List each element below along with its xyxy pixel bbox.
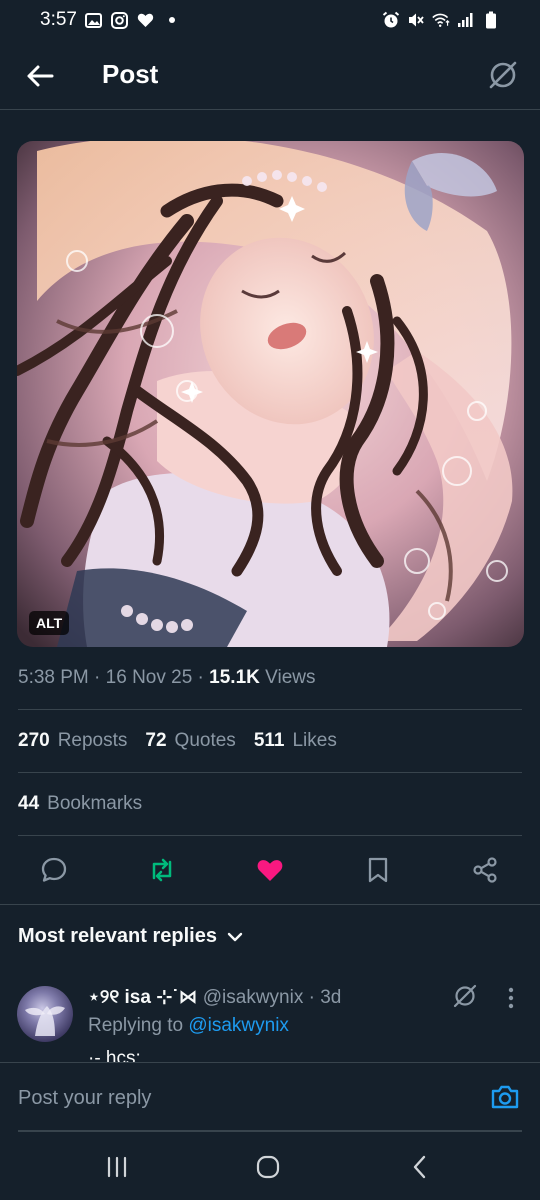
camera-icon [491, 1085, 519, 1109]
heart-icon [137, 11, 155, 29]
share-button[interactable] [469, 854, 501, 886]
reply-item[interactable]: ⋆୨୧ isa ⊹˙⋈ @isakwynix · 3d Replying to … [0, 980, 540, 1062]
home-icon [256, 1155, 280, 1179]
likes-label: Likes [292, 730, 337, 751]
post-image-artwork [17, 141, 524, 647]
page-title: Post [102, 59, 159, 89]
nav-back-button[interactable] [405, 1152, 435, 1182]
reposts-stat[interactable]: 270 Reposts [18, 730, 127, 752]
divider [18, 709, 522, 710]
status-bar-left: 3:57 [40, 9, 181, 31]
reply-header: ⋆୨୧ isa ⊹˙⋈ @isakwynix · 3d [88, 986, 341, 1009]
share-icon [473, 857, 497, 883]
divider [18, 835, 522, 836]
system-nav-bar [0, 1132, 540, 1200]
quotes-stat[interactable]: 72 Quotes [145, 730, 235, 752]
signal-icon [457, 11, 475, 29]
heart-filled-icon [257, 860, 283, 881]
section-divider [0, 904, 540, 905]
reply-handle[interactable]: @isakwynix [197, 987, 304, 1008]
grok-icon [453, 984, 477, 1008]
like-button[interactable] [254, 854, 286, 886]
more-vertical-icon [508, 987, 514, 1009]
reposts-count: 270 [18, 730, 50, 751]
grok-icon [489, 61, 517, 89]
wifi-icon [432, 11, 450, 29]
mute-icon [407, 11, 425, 29]
bookmark-button[interactable] [362, 854, 394, 886]
engagement-stats: 270 Reposts 72 Quotes 511 Likes [18, 730, 337, 752]
replies-sort-button[interactable]: Most relevant replies [18, 925, 243, 948]
chevron-down-icon [227, 932, 243, 941]
bookmarks-label: Bookmarks [47, 793, 143, 814]
reply-compose-bar: Post your reply [0, 1062, 540, 1132]
avatar[interactable] [17, 986, 73, 1042]
reply-input[interactable]: Post your reply [18, 1087, 151, 1110]
status-bar-right [382, 11, 500, 29]
meta-separator: · [192, 667, 210, 688]
replies-sort-label: Most relevant replies [18, 925, 217, 947]
reply-time: · 3d [303, 987, 342, 1008]
reposts-label: Reposts [57, 730, 128, 751]
replying-handle-link[interactable]: @isakwynix [188, 1015, 289, 1036]
bookmarks-count: 44 [18, 793, 40, 814]
quotes-count: 72 [145, 730, 167, 751]
replying-prefix: Replying to [88, 1015, 189, 1036]
reply-display-name[interactable]: ⋆୨୧ isa ⊹˙⋈ [88, 987, 197, 1008]
status-time: 3:57 [40, 9, 77, 30]
bookmarks-stat[interactable]: 44 Bookmarks [18, 793, 142, 815]
dot-icon [163, 11, 181, 29]
likes-stat[interactable]: 511 Likes [254, 730, 337, 752]
back-chevron-icon [413, 1155, 426, 1179]
app-header: Post [0, 40, 540, 110]
repost-icon [152, 858, 172, 882]
recents-icon [107, 1156, 127, 1178]
divider [18, 772, 522, 773]
gallery-icon [85, 11, 103, 29]
post-time: 5:38 PM [18, 667, 89, 688]
status-bar: 3:57 [0, 0, 540, 40]
views-label: Views [259, 667, 316, 688]
camera-button[interactable] [490, 1083, 520, 1113]
post-image[interactable]: ALT [17, 141, 524, 647]
reply-more-button[interactable] [500, 985, 522, 1011]
alt-text-badge[interactable]: ALT [29, 611, 70, 635]
home-button[interactable] [253, 1152, 283, 1182]
quotes-label: Quotes [174, 730, 236, 751]
views-count: 15.1K [209, 667, 260, 688]
replying-to: Replying to @isakwynix [88, 1015, 289, 1037]
reply-button[interactable] [38, 854, 70, 886]
reply-icon [41, 857, 67, 882]
bookmark-icon [368, 857, 388, 883]
recents-button[interactable] [102, 1152, 132, 1182]
grok-button[interactable] [484, 56, 522, 94]
arrow-left-icon [27, 65, 54, 87]
post-date: 16 Nov 25 [105, 667, 193, 688]
alarm-icon [382, 11, 400, 29]
reply-text: ·- hcs: [88, 1048, 141, 1062]
post-actions [0, 842, 540, 898]
likes-count: 511 [253, 730, 285, 751]
post-meta: 5:38 PM · 16 Nov 25 · 15.1K Views [18, 667, 316, 689]
battery-icon [482, 11, 500, 29]
back-button[interactable] [22, 58, 58, 94]
reply-grok-button[interactable] [452, 983, 478, 1009]
instagram-icon [111, 11, 129, 29]
repost-button[interactable] [146, 854, 178, 886]
meta-separator: · [88, 667, 106, 688]
